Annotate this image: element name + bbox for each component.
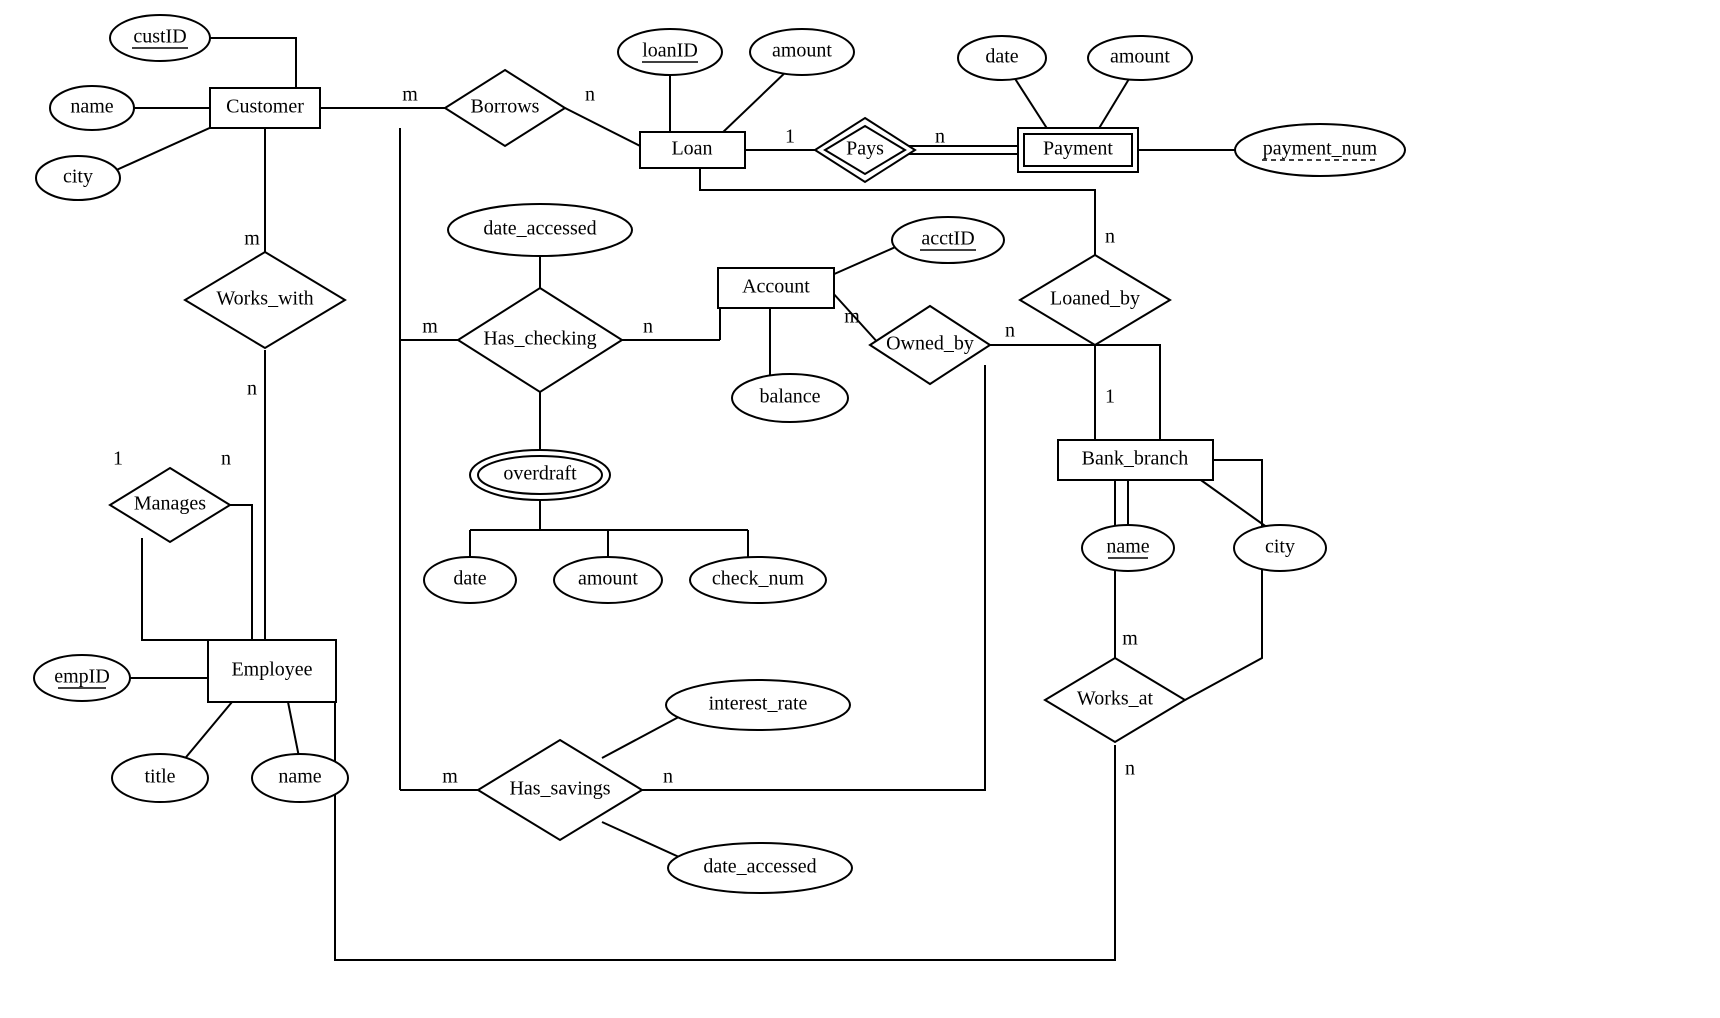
attr-overdraft-checknum: check_num bbox=[690, 557, 826, 603]
attr-emp-name: name bbox=[252, 754, 348, 802]
er-diagram: Customer custID name city Borrows m n Lo… bbox=[0, 0, 1720, 1018]
attr-acctid: acctID bbox=[892, 217, 1004, 263]
svg-text:Account: Account bbox=[742, 276, 810, 298]
entity-payment: Payment bbox=[1018, 128, 1138, 172]
svg-text:Bank_branch: Bank_branch bbox=[1082, 448, 1189, 470]
svg-text:Manages: Manages bbox=[134, 493, 206, 515]
svg-text:custID: custID bbox=[133, 26, 186, 48]
svg-text:Loan: Loan bbox=[671, 138, 712, 160]
entity-customer: Customer bbox=[210, 88, 320, 128]
card-workswith-m: m bbox=[244, 228, 260, 250]
entity-loan: Loan bbox=[640, 132, 745, 168]
svg-text:city: city bbox=[1265, 536, 1295, 558]
svg-text:date: date bbox=[453, 568, 486, 590]
svg-text:name: name bbox=[278, 766, 321, 788]
svg-text:date: date bbox=[985, 46, 1018, 68]
attr-overdraft: overdraft bbox=[470, 450, 610, 500]
attr-branch-name: name bbox=[1082, 525, 1174, 571]
attr-payment-amount: amount bbox=[1088, 36, 1192, 80]
svg-text:Loaned_by: Loaned_by bbox=[1050, 288, 1140, 310]
attr-emp-title: title bbox=[112, 754, 208, 802]
card-manages-n: n bbox=[221, 448, 231, 470]
attr-hassavings-date: date_accessed bbox=[668, 843, 852, 893]
attr-overdraft-amount: amount bbox=[554, 557, 662, 603]
svg-text:interest_rate: interest_rate bbox=[709, 693, 808, 715]
svg-text:Borrows: Borrows bbox=[471, 96, 540, 118]
card-borrows-n: n bbox=[585, 84, 595, 106]
svg-text:date_accessed: date_accessed bbox=[483, 218, 596, 240]
attr-haschecking-date: date_accessed bbox=[448, 204, 632, 256]
entity-bank-branch: Bank_branch bbox=[1058, 440, 1213, 480]
svg-text:Payment: Payment bbox=[1043, 138, 1113, 160]
card-ownedby-m: m bbox=[844, 306, 860, 328]
svg-text:payment_num: payment_num bbox=[1263, 138, 1378, 160]
svg-text:Pays: Pays bbox=[846, 138, 884, 160]
svg-text:acctID: acctID bbox=[921, 228, 974, 250]
card-pays-n: n bbox=[935, 126, 945, 148]
svg-text:Works_at: Works_at bbox=[1077, 688, 1154, 710]
svg-text:amount: amount bbox=[1110, 46, 1170, 68]
attr-payment-date: date bbox=[958, 36, 1046, 80]
svg-text:date_accessed: date_accessed bbox=[703, 856, 816, 878]
attr-customer-city: city bbox=[36, 156, 120, 200]
attr-balance: balance bbox=[732, 374, 848, 422]
svg-text:title: title bbox=[144, 766, 175, 788]
card-loanedby-1: 1 bbox=[1105, 386, 1115, 408]
attr-empid: empID bbox=[34, 655, 130, 701]
attr-customer-name: name bbox=[50, 86, 134, 130]
card-worksat-m: m bbox=[1122, 628, 1138, 650]
card-hassavings-m: m bbox=[442, 766, 458, 788]
svg-text:empID: empID bbox=[54, 666, 110, 688]
svg-text:Has_savings: Has_savings bbox=[509, 778, 610, 800]
svg-text:amount: amount bbox=[772, 40, 832, 62]
attr-payment-num: payment_num bbox=[1235, 124, 1405, 176]
card-haschecking-n: n bbox=[643, 316, 653, 338]
card-manages-1: 1 bbox=[113, 448, 123, 470]
attr-hassavings-rate: interest_rate bbox=[666, 680, 850, 730]
entity-customer-label: Customer bbox=[226, 96, 304, 118]
attr-loanid: loanID bbox=[618, 29, 722, 75]
entity-employee: Employee bbox=[208, 640, 336, 702]
card-loanedby-n: n bbox=[1105, 226, 1115, 248]
attr-overdraft-date: date bbox=[424, 557, 516, 603]
card-worksat-n: n bbox=[1125, 758, 1135, 780]
card-ownedby-n: n bbox=[1005, 320, 1015, 342]
svg-text:Has_checking: Has_checking bbox=[483, 328, 596, 350]
svg-text:Owned_by: Owned_by bbox=[886, 333, 974, 355]
card-workswith-n: n bbox=[247, 378, 257, 400]
entity-account: Account bbox=[718, 268, 834, 308]
card-pays-1: 1 bbox=[785, 126, 795, 148]
svg-text:city: city bbox=[63, 166, 93, 188]
svg-text:name: name bbox=[1106, 536, 1149, 558]
svg-text:name: name bbox=[70, 96, 113, 118]
card-borrows-m: m bbox=[402, 84, 418, 106]
attr-custid: custID bbox=[110, 15, 210, 61]
card-haschecking-m: m bbox=[422, 316, 438, 338]
svg-text:amount: amount bbox=[578, 568, 638, 590]
svg-text:loanID: loanID bbox=[642, 40, 698, 62]
svg-text:balance: balance bbox=[759, 386, 820, 408]
card-hassavings-n: n bbox=[663, 766, 673, 788]
svg-text:check_num: check_num bbox=[712, 568, 805, 590]
svg-text:overdraft: overdraft bbox=[503, 463, 577, 485]
svg-text:Employee: Employee bbox=[231, 659, 312, 681]
svg-text:Works_with: Works_with bbox=[216, 288, 313, 310]
attr-branch-city: city bbox=[1234, 525, 1326, 571]
attr-loan-amount: amount bbox=[750, 29, 854, 75]
